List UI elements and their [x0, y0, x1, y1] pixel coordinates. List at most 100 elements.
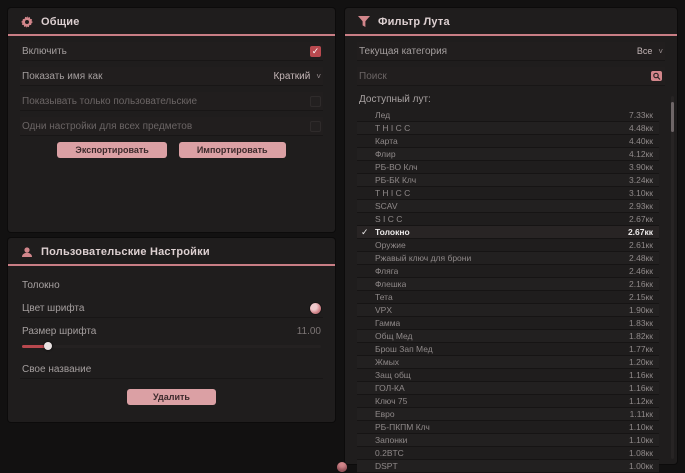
loot-list-item[interactable]: ✓ РБ-ПКПМ Клч 1.10кк — [357, 421, 659, 434]
loot-list-item[interactable]: ✓ DSPT 1.00кк — [357, 460, 659, 473]
loot-list-item[interactable]: ✓ РБ-ВО Клч 3.90кк — [357, 161, 659, 174]
menu-toggle-icon[interactable] — [337, 462, 347, 472]
font-size-value: 11.00 — [297, 326, 321, 337]
loot-list-item[interactable]: ✓ Флешка 2.16кк — [357, 278, 659, 291]
loot-list-item[interactable]: ✓ Оружие 2.61кк — [357, 239, 659, 252]
loot-item-value: 1.12кк — [629, 396, 653, 406]
loot-list-item[interactable]: ✓ VPX 1.90кк — [357, 304, 659, 317]
selected-checkmark-icon: ✓ — [361, 226, 369, 239]
slider-track — [22, 345, 321, 348]
loot-item-value: 2.15кк — [629, 292, 653, 302]
loot-list-item[interactable]: ✓ Защ общ 1.16кк — [357, 369, 659, 382]
loot-item-name: Оружие — [375, 240, 406, 250]
loot-list-item[interactable]: ✓ 0.2BTC 1.08кк — [357, 447, 659, 460]
font-size-row: Размер шрифта 11.00 — [20, 322, 323, 340]
font-size-slider[interactable] — [22, 342, 321, 350]
loot-list-item[interactable]: ✓ Толокно 2.67кк — [357, 226, 659, 239]
loot-item-value: 1.08кк — [629, 448, 653, 458]
checkbox[interactable] — [310, 121, 321, 132]
loot-item-value: 4.40кк — [629, 136, 653, 146]
loot-list-item[interactable]: ✓ Флир 4.12кк — [357, 148, 659, 161]
setting-row: Одни настройки для всех предметов ˅ — [20, 117, 323, 136]
loot-list-item[interactable]: ✓ Брош Зап Мед 1.77кк — [357, 343, 659, 356]
loot-list-item[interactable]: ✓ SCAV 2.93кк — [357, 200, 659, 213]
loot-item-name: DSPT — [375, 461, 398, 471]
loot-item-value: 2.61кк — [629, 240, 653, 250]
category-dropdown[interactable]: Все ˅ — [637, 46, 663, 56]
loot-item-name: РБ-БК Клч — [375, 175, 416, 185]
loot-list: ✓ Лед 7.33кк ✓ T H I C C 4.48кк ✓ Карта … — [357, 109, 659, 473]
loot-item-value: 3.10кк — [629, 188, 653, 198]
loot-item-name: РБ-ПКПМ Клч — [375, 422, 430, 432]
export-button[interactable]: Экспортировать — [57, 142, 166, 158]
loot-list-item[interactable]: ✓ S I C C 2.67кк — [357, 213, 659, 226]
setting-label: Одни настройки для всех предметов — [22, 121, 192, 132]
custom-name-input[interactable] — [20, 364, 323, 375]
loot-item-value: 3.90кк — [629, 162, 653, 172]
loot-item-name: Фляга — [375, 266, 398, 276]
loot-item-value: 1.16кк — [629, 383, 653, 393]
loot-list-scrollbar[interactable] — [671, 96, 674, 459]
loot-item-value: 1.20кк — [629, 357, 653, 367]
loot-list-item[interactable]: ✓ Лед 7.33кк — [357, 109, 659, 122]
setting-label: Включить — [22, 46, 67, 57]
search-input[interactable] — [359, 71, 650, 82]
scrollbar-thumb[interactable] — [671, 102, 674, 132]
loot-item-value: 1.10кк — [629, 422, 653, 432]
loot-list-item[interactable]: ✓ Общ Мед 1.82кк — [357, 330, 659, 343]
loot-item-name: Ключ 75 — [375, 396, 407, 406]
loot-list-item[interactable]: ✓ Жмых 1.20кк — [357, 356, 659, 369]
loot-item-value: 1.90кк — [629, 305, 653, 315]
loot-list-item[interactable]: ✓ ГОЛ-КА 1.16кк — [357, 382, 659, 395]
checkbox[interactable] — [310, 96, 321, 107]
loot-item-value: 4.48кк — [629, 123, 653, 133]
loot-item-name: Ржавый ключ для брони — [375, 253, 471, 263]
checkbox[interactable] — [310, 46, 321, 57]
font-color-label: Цвет шрифта — [22, 303, 84, 314]
slider-thumb[interactable] — [44, 342, 52, 350]
loot-item-name: S I C C — [375, 214, 402, 224]
custom-settings-panel: Пользовательские Настройки Толокно Цвет … — [8, 238, 335, 422]
loot-item-name: T H I C C — [375, 188, 410, 198]
loot-list-item[interactable]: ✓ T H I C C 3.10кк — [357, 187, 659, 200]
loot-item-name: VPX — [375, 305, 392, 315]
loot-item-name: T H I C C — [375, 123, 410, 133]
loot-list-item[interactable]: ✓ Евро 1.11кк — [357, 408, 659, 421]
loot-item-name: Защ общ — [375, 370, 411, 380]
loot-list-item[interactable]: ✓ Карта 4.40кк — [357, 135, 659, 148]
loot-item-value: 2.46кк — [629, 266, 653, 276]
loot-list-item[interactable]: ✓ Тета 2.15кк — [357, 291, 659, 304]
loot-item-name: Евро — [375, 409, 395, 419]
setting-label: Показывать только пользовательские — [22, 96, 197, 107]
color-picker-icon[interactable] — [310, 303, 321, 314]
loot-list-item[interactable]: ✓ Запонки 1.10кк — [357, 434, 659, 447]
setting-row: Показывать только пользовательские ˅ — [20, 92, 323, 111]
loot-list-item[interactable]: ✓ РБ-БК Клч 3.24кк — [357, 174, 659, 187]
category-label: Текущая категория — [359, 46, 447, 57]
available-loot-label: Доступный лут: — [359, 94, 663, 105]
category-row: Текущая категория Все ˅ — [357, 42, 665, 61]
loot-item-value: 2.48кк — [629, 253, 653, 263]
loot-item-name: ГОЛ-КА — [375, 383, 405, 393]
loot-item-value: 2.67кк — [629, 214, 653, 224]
custom-name-row — [20, 360, 323, 379]
font-color-row: Цвет шрифта — [20, 299, 323, 318]
chevron-down-icon: ˅ — [658, 47, 663, 56]
loot-item-name: Запонки — [375, 435, 407, 445]
loot-list-item[interactable]: ✓ Фляга 2.46кк — [357, 265, 659, 278]
dropdown-select[interactable]: Краткий ˅ — [273, 71, 321, 82]
loot-list-item[interactable]: ✓ Ключ 75 1.12кк — [357, 395, 659, 408]
loot-item-value: 3.24кк — [629, 175, 653, 185]
loot-list-item[interactable]: ✓ T H I C C 4.48кк — [357, 122, 659, 135]
loot-item-value: 1.11кк — [630, 409, 653, 419]
search-row — [357, 67, 665, 86]
search-icon[interactable] — [650, 70, 663, 82]
loot-list-item[interactable]: ✓ Гамма 1.83кк — [357, 317, 659, 330]
loot-list-item[interactable]: ✓ Ржавый ключ для брони 2.48кк — [357, 252, 659, 265]
loot-item-value: 4.12кк — [629, 149, 653, 159]
delete-button[interactable]: Удалить — [127, 389, 216, 405]
import-button[interactable]: Импортировать — [179, 142, 286, 158]
loot-item-value: 1.16кк — [629, 370, 653, 380]
filter-panel-title: Фильтр Лута — [378, 16, 450, 28]
general-settings-list: Включить ˅ Показать имя как Краткий ˅ — [20, 42, 323, 136]
